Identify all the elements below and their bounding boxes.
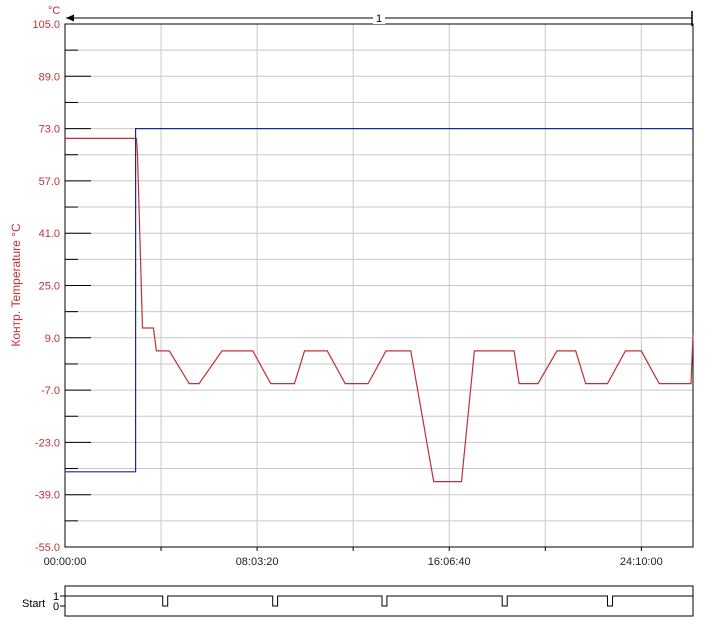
range-marker-label: 1 [376,13,382,25]
signal-frame [64,585,694,617]
y-tick-label: -39.0 [35,490,60,502]
y-tick-label: 9.0 [45,333,60,345]
arrow-left-icon [66,14,74,22]
x-tick-label: 24:10:00 [620,556,663,568]
y-tick-label: 57.0 [39,176,60,188]
y-tick-label: 73.0 [39,124,60,136]
temperature-chart: °C Контр. Temperature °C 1 105.0 89.0 73.0… [9,5,694,617]
y-tick-label: -7.0 [41,385,60,397]
control-temperature-line [65,137,694,483]
signal-level-low: 0 [53,601,59,613]
signal-label: Start [22,598,45,610]
x-tick-label: 00:00:00 [44,556,87,568]
start-signal-panel: Start 1 0 [22,585,694,617]
y-tick-label: -23.0 [35,437,60,449]
y-axis-label: Контр. Temperature °C [9,223,23,347]
series-group [65,128,694,483]
y-tick-label: 41.0 [39,228,60,240]
y-tick-label: 25.0 [39,281,60,293]
setpoint-line [65,128,693,473]
grid [65,24,693,547]
x-tick-labels: 00:00:00 08:03:20 16:06:40 24:10:00 [44,556,663,568]
x-tick-label: 08:03:20 [236,556,279,568]
y-tick-label: 89.0 [39,71,60,83]
y-tick-labels: 105.0 89.0 73.0 57.0 41.0 25.0 9.0 -7.0 -23.0 -39… [32,19,60,554]
y-tick-label: -55.0 [35,542,60,554]
y-unit-label: °C [48,5,60,17]
x-tick-label: 16:06:40 [428,556,471,568]
y-tick-label: 105.0 [32,19,60,31]
